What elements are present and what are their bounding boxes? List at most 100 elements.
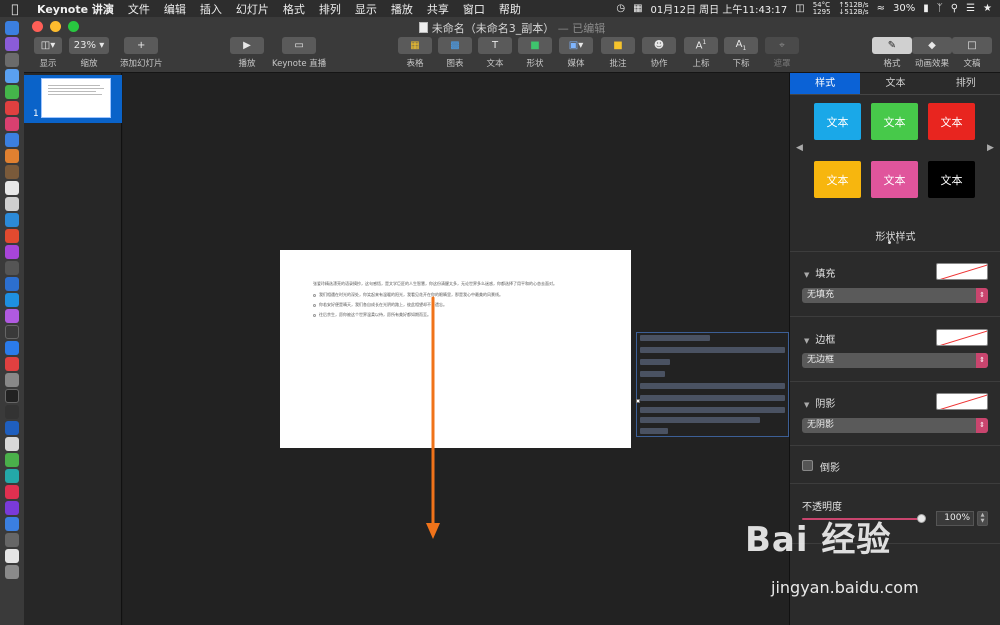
split-icon[interactable]: ◫ (795, 3, 804, 14)
apple-icon[interactable]:  (0, 2, 30, 16)
app-icon-14[interactable] (5, 245, 19, 259)
app-icon-28[interactable] (5, 469, 19, 483)
fill-section[interactable]: ▼ 填充 (804, 265, 835, 280)
trash-icon[interactable] (5, 565, 19, 579)
superscript-button[interactable]: A1 (684, 37, 718, 54)
menu-slide[interactable]: 幻灯片 (229, 1, 276, 17)
launchpad-icon[interactable] (5, 53, 19, 67)
table-button[interactable]: ▦ (398, 37, 432, 54)
document-button[interactable]: □ (952, 37, 992, 54)
menu-file[interactable]: 文件 (121, 1, 157, 17)
slide-canvas[interactable]: 张爱玲精选漂亮的语录摘抄，这句感悟，是文学巨匠的人生智慧，你这份清醒太多，无论世… (123, 73, 789, 625)
app-icon-21[interactable] (5, 357, 19, 371)
selection-handle[interactable] (636, 399, 640, 403)
calendar-app-icon[interactable] (5, 181, 19, 195)
app-icon-13[interactable] (5, 229, 19, 243)
app-icon-12[interactable] (5, 213, 19, 227)
sensor-readout[interactable]: 54°C 1295 (813, 1, 831, 16)
menu-share[interactable]: 共享 (420, 1, 456, 17)
play-button[interactable]: ▶ (230, 37, 264, 54)
appletv-icon[interactable] (5, 325, 19, 339)
pager-dot-active[interactable] (888, 241, 891, 244)
chevron-left-icon[interactable]: ◀ (796, 143, 803, 153)
style-swatch-red[interactable]: 文本 (928, 103, 975, 140)
slide-intro-text[interactable]: 张爱玲精选漂亮的语录摘抄，这句感悟，是文学巨匠的人生智慧，你这份清醒太多，无论世… (313, 281, 557, 286)
mask-button[interactable]: ⌖ (765, 37, 799, 54)
slide-bullet-3[interactable]: 往后余生，愿你被这个世界温柔以待，愿所有美好都如期而至。 (313, 312, 431, 317)
tab-style[interactable]: 样式 (790, 73, 861, 94)
menu-view[interactable]: 显示 (348, 1, 384, 17)
format-button[interactable]: ✎ (872, 37, 912, 54)
shape-button[interactable]: ■ (518, 37, 552, 54)
battery-percent[interactable]: 30% (893, 3, 915, 14)
network-readout[interactable]: ↑512B/s ↓512B/s (839, 1, 869, 16)
app-icon-29[interactable] (5, 485, 19, 499)
style-swatch-blue[interactable]: 文本 (814, 103, 861, 140)
control-center-icon[interactable]: ☰ (966, 3, 975, 14)
menu-insert[interactable]: 插入 (193, 1, 229, 17)
media-button[interactable]: ▣ ▾ (559, 37, 593, 54)
text-button[interactable]: T (478, 37, 512, 54)
appstore-icon[interactable] (5, 341, 19, 355)
reflection-checkbox[interactable] (802, 460, 813, 471)
slide[interactable]: 张爱玲精选漂亮的语录摘抄，这句感悟，是文学巨匠的人生智慧，你这份清醒太多，无论世… (280, 250, 631, 448)
comment-button[interactable]: ■ (601, 37, 635, 54)
zoom-popup[interactable]: 23% ▾ (69, 37, 109, 54)
collaborate-button[interactable]: ☻ (642, 37, 676, 54)
app-icon-9[interactable] (5, 165, 19, 179)
tab-text[interactable]: 文本 (860, 73, 930, 94)
wechat-icon[interactable] (5, 85, 19, 99)
app-icon-27[interactable] (5, 453, 19, 467)
menu-app[interactable]: Keynote 讲演 (30, 1, 121, 17)
clock-icon[interactable]: ◷ (616, 3, 625, 14)
fill-popup[interactable]: 无填充 ⇕ (802, 288, 988, 303)
bluetooth-icon[interactable]: ᛉ (937, 3, 943, 14)
add-slide-button[interactable]: + (124, 37, 159, 54)
slide-thumbnail[interactable] (41, 78, 111, 118)
style-swatch-yellow[interactable]: 文本 (814, 161, 861, 198)
shadow-color-well[interactable] (936, 393, 988, 410)
subscript-button[interactable]: A1 (724, 37, 758, 54)
music-icon[interactable] (5, 117, 19, 131)
app-icon-31[interactable] (5, 517, 19, 531)
document-icon[interactable] (5, 549, 19, 563)
border-section[interactable]: ▼ 边框 (804, 331, 835, 346)
app-icon-30[interactable] (5, 501, 19, 515)
app-icon-22[interactable] (5, 373, 19, 387)
menu-help[interactable]: 帮助 (492, 1, 528, 17)
shadow-popup[interactable]: 无阴影 ⇕ (802, 418, 988, 433)
app-icon-15[interactable] (5, 261, 19, 275)
slide-bullet-1[interactable]: 我们相遇在时光的深处，你笑起来有温暖的阳光，我看见花开在你的眼睛里，那是我心中最… (313, 292, 503, 297)
fill-color-well[interactable] (936, 263, 988, 280)
yandex-icon[interactable] (5, 437, 19, 451)
opacity-stepper[interactable]: ▲ ▼ (977, 511, 988, 526)
pager-dot[interactable] (896, 241, 899, 244)
menu-edit[interactable]: 编辑 (157, 1, 193, 17)
finder-icon[interactable] (5, 21, 19, 35)
menu-window[interactable]: 窗口 (456, 1, 492, 17)
tab-arrange[interactable]: 排列 (931, 73, 1000, 94)
siri-icon[interactable] (5, 37, 19, 51)
search-icon[interactable]: ⚲ (951, 3, 958, 14)
battery-icon[interactable]: ▮ (923, 3, 929, 14)
border-color-well[interactable] (936, 329, 988, 346)
notification-icon[interactable]: ★ (983, 3, 992, 14)
border-popup[interactable]: 无边框 ⇕ (802, 353, 988, 368)
app-icon-24[interactable] (5, 405, 19, 419)
app-icon-17[interactable] (5, 293, 19, 307)
app-icon-8[interactable] (5, 149, 19, 163)
style-swatch-black[interactable]: 文本 (928, 161, 975, 198)
menu-play[interactable]: 播放 (384, 1, 420, 17)
slide-bullet-2[interactable]: 你若安好便是晴天，我们各自成长在光阴的路上，彼此相望却不曾遗忘。 (313, 302, 447, 307)
menubar-datetime[interactable]: 01月12日 周日 上午11:43:17 (651, 1, 788, 16)
animate-button[interactable]: ◆ (912, 37, 952, 54)
vpn-icon[interactable] (5, 421, 19, 435)
overflow-text-selection[interactable] (636, 332, 789, 437)
slide-thumbnail-row[interactable]: 1 (24, 75, 122, 123)
podcast-icon[interactable] (5, 309, 19, 323)
shadow-section[interactable]: ▼ 阴影 (804, 395, 835, 410)
chrome-icon[interactable] (5, 101, 19, 115)
wifi-icon[interactable]: ≈ (877, 3, 885, 14)
app-icon-32[interactable] (5, 533, 19, 547)
style-swatch-green[interactable]: 文本 (871, 103, 918, 140)
